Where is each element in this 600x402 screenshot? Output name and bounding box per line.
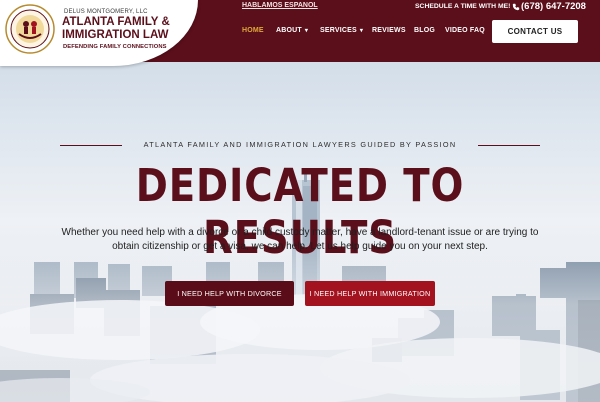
nav-reviews[interactable]: REVIEWS — [372, 27, 406, 34]
nav-video-faq[interactable]: VIDEO FAQ — [445, 27, 485, 34]
nav-blog[interactable]: BLOG — [414, 27, 435, 34]
law-firm-seal-icon — [5, 4, 55, 54]
schedule-link[interactable]: SCHEDULE A TIME WITH ME! — [415, 3, 510, 10]
immigration-help-button[interactable]: I NEED HELP WITH IMMIGRATION — [305, 281, 435, 306]
hero-subtext: Whether you need help with a divorce or … — [61, 227, 539, 252]
hero-eyebrow: ATLANTA FAMILY AND IMMIGRATION LAWYERS G… — [143, 140, 457, 149]
firm-name-line-2: IMMIGRATION LAW — [62, 29, 169, 41]
firm-name: ATLANTA FAMILY & IMMIGRATION LAW — [62, 16, 182, 42]
chevron-down-icon: ▾ — [359, 28, 364, 34]
phone-icon — [512, 3, 520, 11]
firm-name-line-1: ATLANTA FAMILY & — [62, 16, 170, 28]
nav-about-label: ABOUT — [276, 27, 302, 34]
contact-us-button[interactable]: CONTACT US — [492, 20, 578, 43]
divorce-help-button[interactable]: I NEED HELP WITH DIVORCE — [165, 281, 294, 306]
phone-number-link[interactable]: (678) 647-7208 — [521, 1, 586, 12]
nav-home[interactable]: HOME — [242, 27, 264, 34]
chevron-down-icon: ▾ — [304, 28, 309, 34]
nav-services-label: SERVICES — [320, 27, 357, 34]
nav-services[interactable]: SERVICES ▾ — [320, 27, 363, 34]
nav-about[interactable]: ABOUT ▾ — [276, 27, 308, 34]
firm-parent-name: DELUS MONTGOMERY, LLC — [64, 9, 148, 15]
hablamos-espanol-link[interactable]: HABLAMOS ESPANOL — [242, 2, 318, 9]
firm-tagline: DEFENDING FAMILY CONNECTIONS — [63, 44, 167, 50]
